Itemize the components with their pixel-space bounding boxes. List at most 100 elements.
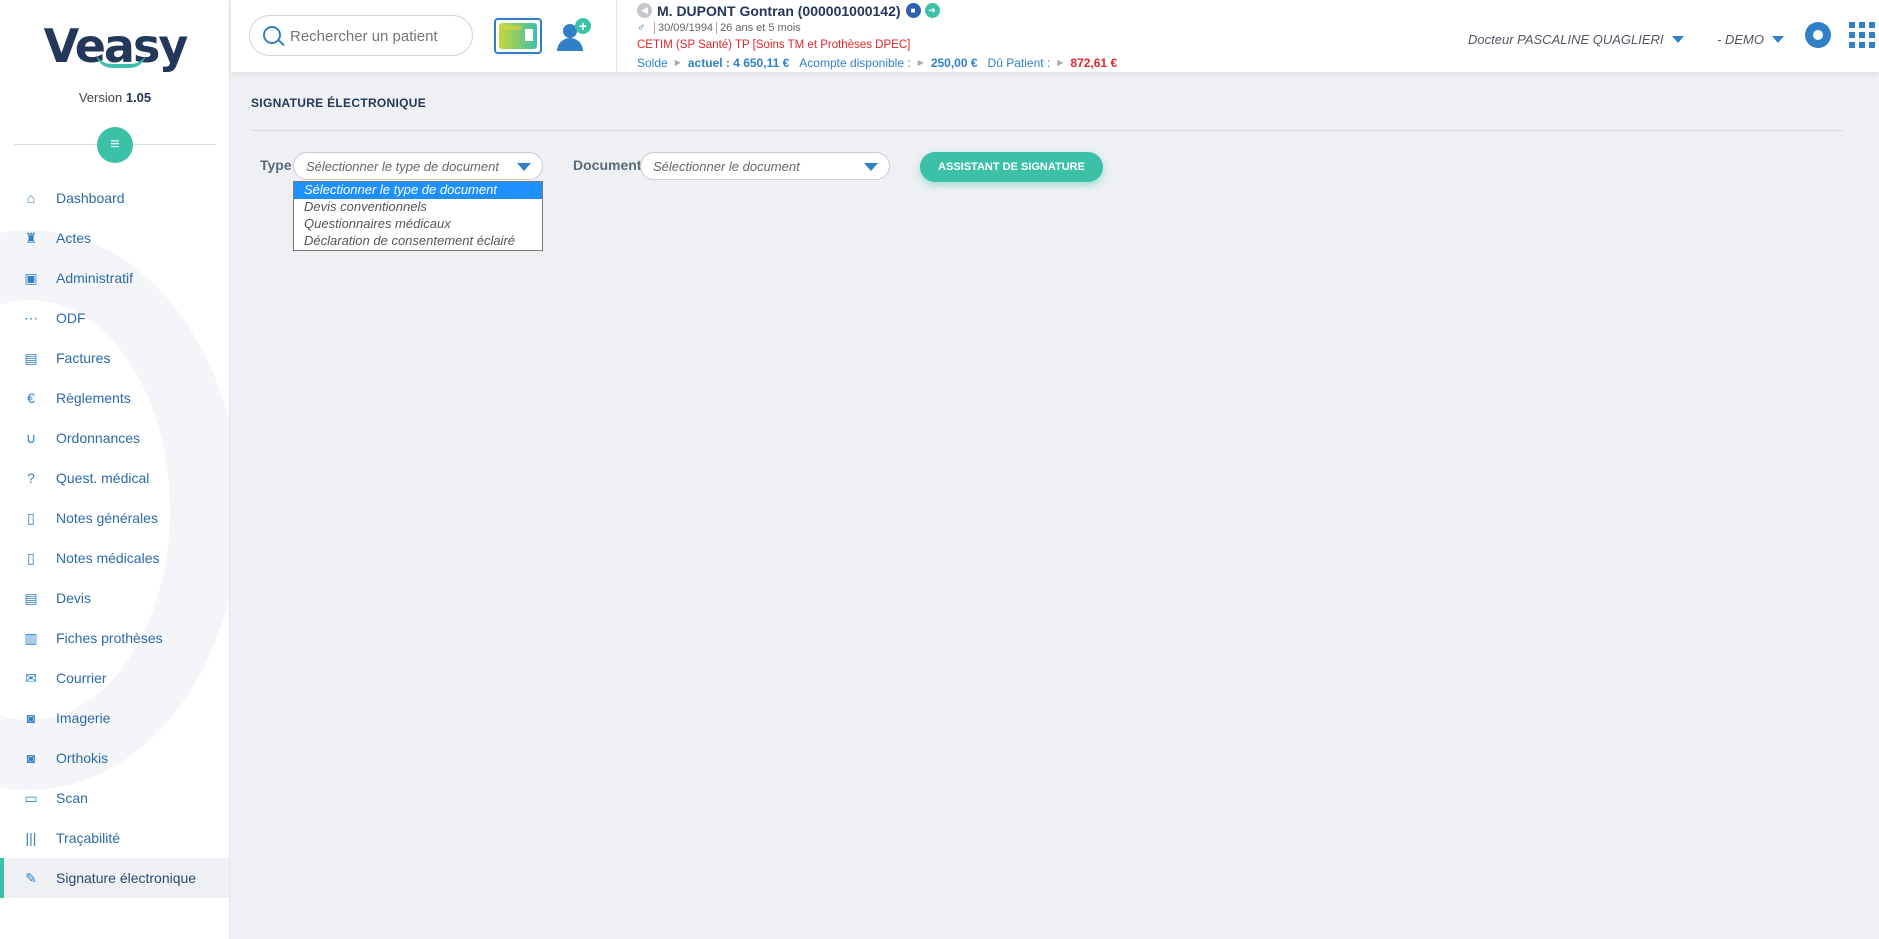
patient-birthdate: 30/09/1994	[658, 22, 714, 34]
sidebar-item-administratif[interactable]: ▣ Administratif	[0, 258, 229, 298]
solde-label: Solde	[637, 55, 668, 70]
chevron-down-icon	[517, 163, 531, 171]
sidebar-item-label: Ordonnances	[56, 430, 141, 446]
header-separator	[616, 0, 617, 72]
sidebar-item-fiches-protheses[interactable]: ▥ Fiches prothèses	[0, 618, 229, 658]
du-patient-label: Dû Patient :	[987, 55, 1051, 70]
chevron-down-icon	[1771, 36, 1784, 43]
vitale-label: Vitale	[503, 25, 522, 32]
add-patient-button[interactable]: +	[557, 18, 593, 52]
previous-patient-icon[interactable]: ◀	[637, 3, 652, 18]
type-label: Type	[260, 157, 292, 173]
search-icon	[263, 26, 281, 44]
app-version: Version 1.05	[0, 90, 229, 105]
caret-right-icon: ▶	[1057, 58, 1064, 67]
search-input[interactable]	[290, 25, 465, 47]
document-icon: ▯	[27, 509, 35, 526]
type-options-list: Sélectionner le type de document Devis c…	[293, 181, 543, 251]
sidebar: Veasy Version 1.05 ≡ ⌂ Dashboard ♜ Actes ▣…	[0, 0, 230, 939]
sidebar-item-label: Courrier	[56, 670, 107, 686]
sidebar-item-courrier[interactable]: ✉ Courrier	[0, 658, 229, 698]
caret-right-icon: ▶	[917, 58, 924, 67]
id-card-icon: ▣	[24, 269, 38, 286]
sidebar-item-tracabilite[interactable]: ||| Traçabilité	[0, 818, 229, 858]
document-label: Document	[573, 157, 642, 173]
signature-assistant-button[interactable]: ASSISTANT DE SIGNATURE	[920, 152, 1103, 182]
sidebar-item-label: Règlements	[56, 390, 131, 406]
type-option[interactable]: Devis conventionnels	[294, 199, 542, 216]
type-select[interactable]: Sélectionner le type de document	[293, 152, 543, 180]
apps-grid-icon[interactable]	[1849, 22, 1875, 48]
acompte-value: 250,00 €	[930, 55, 978, 70]
invoice-icon: ▤	[24, 349, 38, 366]
top-header: Vitale + ◀ M. DUPONT Gontran (0000010001…	[231, 0, 1879, 72]
sidebar-item-label: Devis	[56, 590, 92, 606]
document-select-value: Sélectionner le document	[653, 159, 800, 174]
sidebar-item-devis[interactable]: ▤ Devis	[0, 578, 229, 618]
braces-icon: ⋯	[24, 309, 38, 326]
sidebar-item-label: Dashboard	[56, 190, 125, 206]
sidebar-item-label: Traçabilité	[56, 830, 121, 846]
sidebar-item-odf[interactable]: ⋯ ODF	[0, 298, 229, 338]
sidebar-item-label: Scan	[56, 790, 88, 806]
sidebar-item-notes-generales[interactable]: ▯ Notes générales	[0, 498, 229, 538]
sidebar-item-imagerie[interactable]: ◙ Imagerie	[0, 698, 229, 738]
sidebar-item-ordonnances[interactable]: ∪ Ordonnances	[0, 418, 229, 458]
document-select[interactable]: Sélectionner le document	[640, 152, 890, 180]
type-select-value: Sélectionner le type de document	[306, 159, 499, 174]
main-content: SIGNATURE ÉLECTRONIQUE Type Sélectionner…	[231, 72, 1879, 939]
patient-search[interactable]	[249, 15, 473, 56]
sidebar-item-factures[interactable]: ▤ Factures	[0, 338, 229, 378]
sidebar-item-signature-electronique[interactable]: ✎ Signature électronique	[0, 858, 229, 898]
chevron-down-icon	[864, 163, 878, 171]
patient-name[interactable]: M. DUPONT Gontran (000001000142)	[657, 3, 901, 19]
version-number: 1.05	[125, 90, 152, 105]
next-patient-icon[interactable]: ➜	[924, 3, 940, 18]
version-label: Version	[78, 90, 123, 105]
sidebar-item-actes[interactable]: ♜ Actes	[0, 218, 229, 258]
gear-icon[interactable]	[1802, 19, 1834, 51]
question-icon: ?	[27, 470, 35, 486]
sidebar-item-quest-medical[interactable]: ? Quest. médical	[0, 458, 229, 498]
sidebar-item-notes-medicales[interactable]: ▯ Notes médicales	[0, 538, 229, 578]
lock-icon[interactable]: ■	[905, 3, 921, 18]
vitale-card-button[interactable]: Vitale	[494, 18, 542, 54]
male-icon: ♂	[637, 22, 646, 34]
sidebar-item-dashboard[interactable]: ⌂ Dashboard	[0, 178, 229, 218]
type-option[interactable]: Déclaration de consentement éclairé	[294, 233, 542, 250]
stethoscope-icon: ∪	[25, 429, 37, 446]
sidebar-item-label: Orthokis	[56, 750, 109, 766]
sidebar-item-scan[interactable]: ▭ Scan	[0, 778, 229, 818]
patient-balance: Solde ▶ actuel : 4 650,11 € Acompte disp…	[637, 54, 1337, 71]
patient-summary: ◀ M. DUPONT Gontran (000001000142) ■ ➜ ♂…	[637, 2, 1337, 71]
type-option[interactable]: Questionnaires médicaux	[294, 216, 542, 233]
sidebar-item-label: Actes	[56, 230, 92, 246]
sidebar-item-label: Notes médicales	[56, 550, 160, 566]
sidebar-item-label: Factures	[56, 350, 111, 366]
menu-toggle-button[interactable]: ≡	[97, 127, 133, 163]
chevron-down-icon	[1671, 36, 1684, 43]
center-name: - DEMO	[1717, 32, 1764, 47]
euro-icon: €	[27, 390, 35, 406]
sidebar-item-reglements[interactable]: € Règlements	[0, 378, 229, 418]
solde-actuel-value: actuel : 4 650,11 €	[687, 55, 790, 70]
title-divider	[251, 130, 1843, 131]
barcode-icon: |||	[25, 830, 37, 846]
doctor-name: Docteur PASCALINE QUAGLIERI	[1468, 32, 1664, 47]
patient-insurance: CETIM (SP Santé) TP [Soins TM et Prothès…	[637, 39, 911, 51]
sidebar-item-orthokis[interactable]: ◙ Orthokis	[0, 738, 229, 778]
doctor-selector[interactable]: Docteur PASCALINE QUAGLIERI	[1468, 32, 1684, 47]
document-icon: ▯	[27, 549, 35, 566]
acompte-label: Acompte disponible :	[799, 55, 911, 70]
quote-icon: ▤	[24, 589, 38, 606]
center-selector[interactable]: - DEMO	[1717, 32, 1784, 47]
type-option[interactable]: Sélectionner le type de document	[294, 182, 542, 199]
sidebar-item-label: Quest. médical	[56, 470, 150, 486]
du-patient-value: 872,61 €	[1070, 55, 1118, 70]
caret-right-icon: ▶	[674, 58, 681, 67]
tooth-icon: ♜	[24, 229, 38, 246]
sidebar-nav: ⌂ Dashboard ♜ Actes ▣ Administratif ⋯ ODF ▤ F…	[0, 178, 229, 898]
patient-age: 26 ans et 5 mois	[720, 22, 801, 34]
plus-icon: +	[575, 18, 591, 34]
camera-icon: ◙	[26, 710, 36, 726]
